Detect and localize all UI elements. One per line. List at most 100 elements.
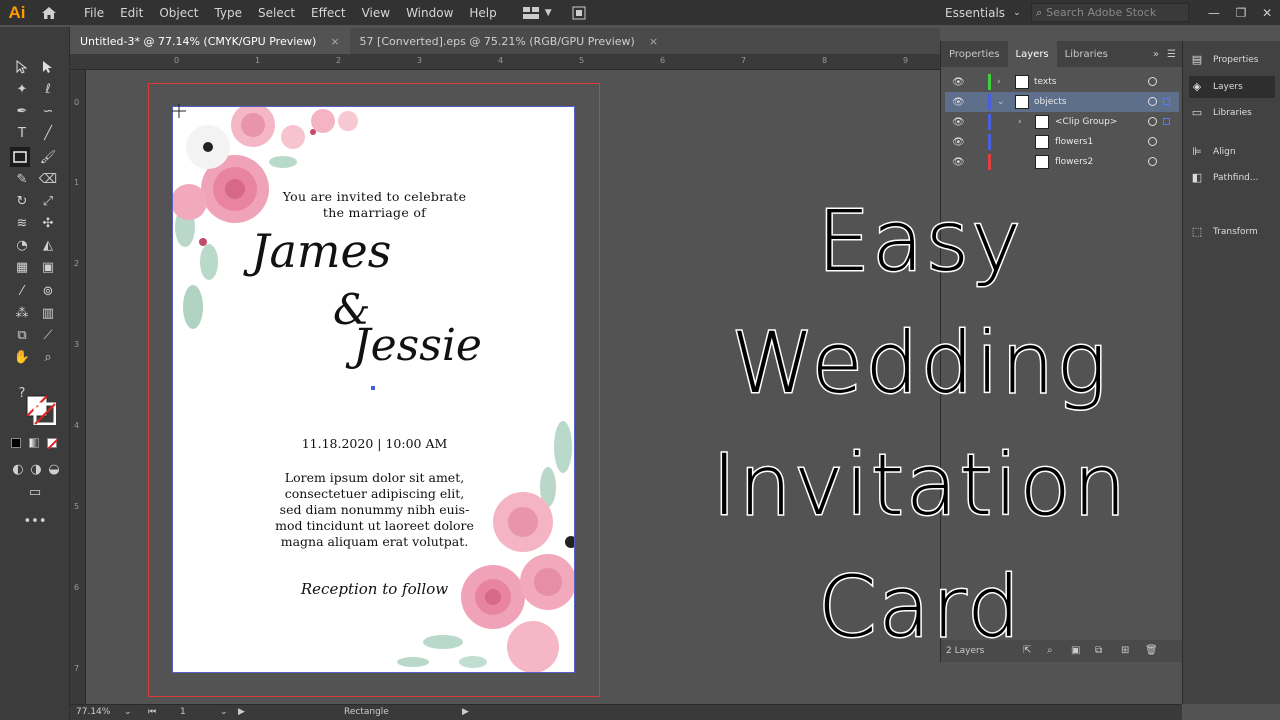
expand-arrow-icon[interactable]: › bbox=[1018, 117, 1022, 127]
blend-icon[interactable]: ⊚ bbox=[38, 281, 58, 301]
artboard-number[interactable]: 1 bbox=[180, 707, 186, 717]
gpu-performance-icon[interactable] bbox=[572, 6, 586, 20]
target-circle-icon[interactable] bbox=[1148, 157, 1157, 166]
curvature-icon[interactable]: ∽ bbox=[38, 101, 58, 121]
target-circle-icon[interactable] bbox=[1148, 137, 1157, 146]
next-artboard-icon[interactable]: ▶ bbox=[238, 707, 245, 717]
layer-name[interactable]: <Clip Group> bbox=[1055, 117, 1117, 127]
tab-properties[interactable]: Properties bbox=[941, 41, 1008, 67]
close-icon[interactable]: × bbox=[649, 35, 658, 48]
width-tool-icon[interactable]: ≋ bbox=[12, 213, 32, 233]
target-circle-icon[interactable] bbox=[1148, 117, 1157, 126]
scale-icon[interactable]: ⤢ bbox=[38, 191, 58, 211]
target-circle-icon[interactable] bbox=[1148, 97, 1157, 106]
collapse-arrow-icon[interactable]: ⌄ bbox=[997, 97, 1005, 107]
symbol-sprayer-icon[interactable]: ⁂ bbox=[12, 303, 32, 323]
eyedropper-icon[interactable]: ⁄ bbox=[12, 281, 32, 301]
eraser-icon[interactable]: ⌫ bbox=[38, 169, 58, 189]
artboard-tool-icon[interactable]: ⧉ bbox=[12, 325, 32, 345]
none-mode-icon[interactable] bbox=[47, 438, 58, 449]
layer-name[interactable]: flowers1 bbox=[1055, 137, 1093, 147]
chevron-down-icon[interactable]: ⌄ bbox=[220, 707, 228, 717]
visibility-eye-icon[interactable]: 👁 bbox=[952, 137, 965, 148]
home-icon[interactable] bbox=[34, 6, 64, 20]
lasso-icon[interactable]: ℓ bbox=[38, 79, 58, 99]
line-tool-icon[interactable]: ╱ bbox=[38, 123, 58, 143]
paintbrush-icon[interactable]: 🖌 bbox=[38, 147, 58, 167]
type-tool-icon[interactable]: T bbox=[12, 123, 32, 143]
dock-properties[interactable]: ▤ Properties bbox=[1189, 49, 1275, 71]
shaper-icon[interactable]: ✎ bbox=[12, 169, 32, 189]
dock-align[interactable]: ⊫ Align bbox=[1189, 141, 1275, 163]
tab-libraries[interactable]: Libraries bbox=[1057, 41, 1116, 67]
layer-row-clip-group[interactable]: 👁 › <Clip Group> bbox=[945, 112, 1179, 132]
visibility-eye-icon[interactable]: 👁 bbox=[952, 157, 965, 168]
selection-indicator[interactable] bbox=[1163, 118, 1170, 125]
column-graph-icon[interactable]: ▥ bbox=[38, 303, 58, 323]
fill-stroke-swatches[interactable] bbox=[26, 395, 57, 426]
shape-builder-icon[interactable]: ◔ bbox=[12, 235, 32, 255]
menu-help[interactable]: Help bbox=[461, 6, 504, 20]
horizontal-ruler[interactable]: 0 1 2 3 4 5 6 7 8 9 bbox=[70, 54, 940, 70]
magic-wand-icon[interactable]: ✦ bbox=[12, 79, 32, 99]
dock-libraries[interactable]: ▭ Libraries bbox=[1189, 102, 1275, 124]
artboard[interactable]: You are invited to celebrate the marriag… bbox=[172, 106, 575, 673]
first-artboard-icon[interactable]: ⏮ bbox=[148, 707, 156, 717]
close-icon[interactable]: ✕ bbox=[1262, 6, 1272, 20]
hand-tool-icon[interactable]: ✋ bbox=[12, 347, 32, 367]
visibility-eye-icon[interactable]: 👁 bbox=[952, 77, 965, 88]
perspective-grid-icon[interactable]: ◭ bbox=[38, 235, 58, 255]
menu-view[interactable]: View bbox=[354, 6, 398, 20]
dock-layers[interactable]: ◈ Layers bbox=[1189, 76, 1275, 98]
menu-effect[interactable]: Effect bbox=[303, 6, 354, 20]
zoom-level[interactable]: 77.14% bbox=[76, 707, 110, 717]
draw-normal-icon[interactable]: ◐ bbox=[8, 459, 28, 479]
restore-icon[interactable]: ❐ bbox=[1236, 6, 1247, 20]
menu-edit[interactable]: Edit bbox=[112, 6, 151, 20]
expand-arrow-icon[interactable]: › bbox=[997, 77, 1001, 87]
more-tools-icon[interactable]: ••• bbox=[24, 511, 47, 531]
target-circle-icon[interactable] bbox=[1148, 77, 1157, 86]
arrange-documents-button[interactable]: ▼ bbox=[522, 6, 586, 20]
mesh-icon[interactable]: ▦ bbox=[12, 257, 32, 277]
color-mode-icon[interactable] bbox=[11, 438, 21, 448]
zoom-tool-icon[interactable]: ⌕ bbox=[38, 347, 58, 367]
close-icon[interactable]: × bbox=[330, 35, 339, 48]
screen-mode-icon[interactable]: ▭ bbox=[25, 482, 45, 502]
layer-name[interactable]: objects bbox=[1034, 97, 1066, 107]
selection-indicator[interactable] bbox=[1163, 98, 1170, 105]
layer-name[interactable]: texts bbox=[1034, 77, 1056, 87]
panel-menu-icon[interactable]: ☰ bbox=[1167, 49, 1176, 60]
layer-name[interactable]: flowers2 bbox=[1055, 157, 1093, 167]
gradient-mode-icon[interactable] bbox=[29, 438, 39, 448]
layer-row-objects[interactable]: 👁 ⌄ objects bbox=[945, 92, 1179, 112]
menu-type[interactable]: Type bbox=[206, 6, 250, 20]
layer-row-flowers1[interactable]: 👁 flowers1 bbox=[945, 132, 1179, 152]
visibility-eye-icon[interactable]: 👁 bbox=[952, 97, 965, 108]
rectangle-tool-icon[interactable] bbox=[10, 147, 30, 167]
play-icon[interactable]: ▶ bbox=[462, 707, 469, 717]
draw-inside-icon[interactable]: ◒ bbox=[44, 459, 64, 479]
visibility-eye-icon[interactable]: 👁 bbox=[952, 117, 965, 128]
tab-57-converted[interactable]: 57 [Converted].eps @ 75.21% (RGB/GPU Pre… bbox=[350, 28, 668, 54]
selection-tool-icon[interactable] bbox=[12, 57, 32, 77]
tab-untitled-3[interactable]: Untitled-3* @ 77.14% (CMYK/GPU Preview) … bbox=[70, 28, 350, 54]
collapse-panel-icon[interactable]: » bbox=[1153, 49, 1159, 60]
menu-window[interactable]: Window bbox=[398, 6, 461, 20]
search-stock-input[interactable]: ⌕ Search Adobe Stock bbox=[1031, 3, 1189, 22]
layer-row-flowers2[interactable]: 👁 flowers2 bbox=[945, 152, 1179, 172]
draw-behind-icon[interactable]: ◑ bbox=[26, 459, 46, 479]
gradient-icon[interactable]: ▣ bbox=[38, 257, 58, 277]
puppet-warp-icon[interactable]: ✣ bbox=[38, 213, 58, 233]
chevron-down-icon[interactable]: ⌄ bbox=[124, 707, 132, 717]
menu-select[interactable]: Select bbox=[250, 6, 303, 20]
minimize-icon[interactable]: — bbox=[1208, 6, 1220, 20]
menu-object[interactable]: Object bbox=[151, 6, 206, 20]
layer-row-texts[interactable]: 👁 › texts bbox=[945, 72, 1179, 92]
pen-tool-icon[interactable]: ✒ bbox=[12, 101, 32, 121]
direct-selection-tool-icon[interactable] bbox=[38, 57, 58, 77]
menu-file[interactable]: File bbox=[76, 6, 112, 20]
rotate-icon[interactable]: ↻ bbox=[12, 191, 32, 211]
workspace-switcher[interactable]: Essentials ⌄ bbox=[945, 0, 1021, 25]
vertical-ruler[interactable]: 0 1 2 3 4 5 6 7 bbox=[70, 70, 86, 704]
